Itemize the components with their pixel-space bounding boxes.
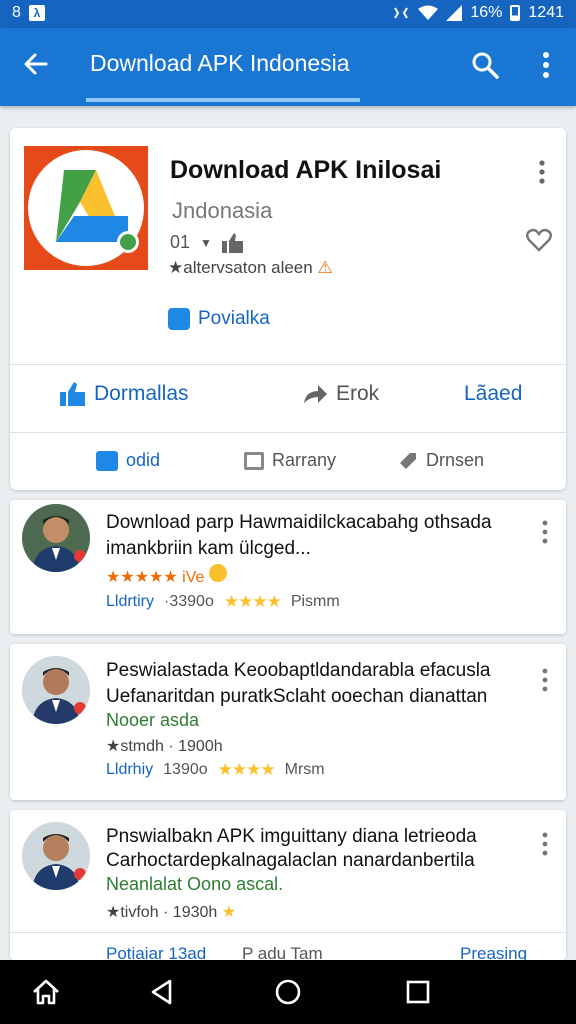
battery-icon bbox=[510, 5, 521, 21]
review-title: Pnswialbakn APK imguittany diana letrieo… bbox=[106, 826, 477, 847]
shopping-bag-icon bbox=[168, 308, 190, 330]
app-meta: 01 ▼ bbox=[170, 232, 244, 253]
review-rating: ★★★★★ iVe bbox=[106, 564, 227, 587]
star-icon: ★ bbox=[221, 904, 237, 921]
download-label: Dormallas bbox=[94, 382, 189, 405]
review-tag: Nooer asda bbox=[106, 710, 200, 730]
favorite-icon[interactable] bbox=[526, 228, 552, 252]
review-stats: Lldrhiy 1390o ★★★★ Mrsm bbox=[106, 760, 325, 780]
review-more-icon[interactable] bbox=[538, 518, 552, 546]
app-bar-title: Download APK Indonesia bbox=[90, 50, 350, 76]
publisher-badge[interactable]: Povialka bbox=[168, 308, 270, 330]
app-name: Download APK Inilosai bbox=[170, 156, 442, 184]
stats-suffix: Mrsm bbox=[284, 761, 325, 778]
title-underline bbox=[86, 98, 360, 102]
tab-row: odid Rarrany Drnsen bbox=[10, 432, 566, 490]
status-bar: 8 λ 16% 1241 bbox=[0, 0, 576, 28]
thumbs-up-icon bbox=[221, 232, 243, 253]
status-left: 8 λ bbox=[12, 4, 45, 22]
tab-drnsen[interactable]: Drnsen bbox=[398, 450, 484, 471]
system-nav-bar bbox=[0, 960, 576, 1024]
wifi-icon bbox=[418, 5, 439, 20]
review-card[interactable]: Download parp Hawmaidilckacabahg othsada… bbox=[10, 500, 566, 634]
home-circle-icon[interactable] bbox=[272, 976, 304, 1008]
app-card: Download APK Inilosai Jndonasia 01 ▼ ★al… bbox=[10, 128, 566, 490]
notification-count: 8 bbox=[12, 4, 21, 21]
accessibility-icon: λ bbox=[28, 5, 45, 21]
review-title: Carhoctardepkalnagalaclan nanardanbertil… bbox=[106, 850, 475, 871]
review-more-icon[interactable] bbox=[538, 830, 552, 858]
action-row: Dormallas Erok Lãaed bbox=[10, 364, 566, 430]
share-label: Erok bbox=[336, 382, 380, 405]
review-more-icon[interactable] bbox=[538, 666, 552, 694]
tag-icon bbox=[400, 452, 416, 469]
review-title: Peswialastada Keoobaptldandarabla efacus… bbox=[106, 660, 491, 681]
tab-rarrany[interactable]: Rarrany bbox=[244, 450, 336, 471]
tab-odid[interactable]: odid bbox=[96, 450, 160, 471]
thumbs-up-icon bbox=[60, 382, 85, 406]
download-button[interactable]: Dormallas bbox=[60, 382, 189, 406]
back-arrow-icon[interactable] bbox=[20, 48, 52, 80]
star-rating: ★★★★ bbox=[223, 592, 282, 611]
signal-icon bbox=[446, 5, 463, 21]
avatar-image bbox=[22, 656, 90, 724]
app-rating-text: ★altervsaton aleen ⚠ bbox=[168, 258, 333, 278]
share-arrow-icon bbox=[304, 385, 327, 403]
review-title: Uefanaritdan puratkSclaht ooechan dianat… bbox=[106, 686, 488, 707]
tab-label: Rarrany bbox=[272, 450, 337, 470]
battery-percent: 16% bbox=[470, 4, 503, 21]
home-icon[interactable] bbox=[30, 976, 62, 1008]
vibrate-icon bbox=[394, 7, 409, 19]
load-button[interactable]: Lãaed bbox=[464, 382, 522, 406]
review-card[interactable]: Pnswialbakn APK imguittany diana letrieo… bbox=[10, 810, 566, 963]
chevron-down-icon: ▼ bbox=[200, 235, 212, 250]
stats-label: Lldrtiry bbox=[106, 593, 155, 610]
rating-text: ★altervsaton aleen bbox=[168, 258, 313, 277]
rating-text: ★★★★★ iVe bbox=[106, 569, 205, 586]
avatar-image bbox=[22, 504, 90, 572]
image-icon bbox=[244, 451, 264, 470]
app-meta-value: 01 bbox=[170, 232, 191, 252]
warning-icon: ⚠ bbox=[317, 258, 333, 277]
star-rating: ★★★★ bbox=[217, 760, 276, 779]
review-title: imankbriin kam ülcged... bbox=[106, 538, 311, 559]
avatar bbox=[22, 504, 90, 572]
stats-value: ·3390o bbox=[164, 593, 214, 610]
stats-value: 1390o bbox=[163, 761, 208, 778]
recents-square-icon[interactable] bbox=[402, 976, 434, 1008]
stats-label: Lldrhiy bbox=[106, 761, 154, 778]
coin-icon bbox=[208, 564, 227, 582]
review-rating: ★stmdh · 1900h bbox=[106, 738, 223, 755]
app-more-icon[interactable] bbox=[534, 158, 550, 186]
avatar-image bbox=[22, 822, 90, 890]
rating-text: ★tivfoh · 1930h bbox=[106, 904, 218, 921]
avatar bbox=[22, 656, 90, 724]
divider bbox=[10, 932, 566, 933]
search-icon[interactable] bbox=[470, 50, 500, 80]
publisher-label: Povialka bbox=[198, 308, 270, 329]
back-triangle-icon[interactable] bbox=[146, 976, 178, 1008]
review-tag: Neanlalat Oono ascal. bbox=[106, 874, 284, 894]
review-stats: Lldrtiry ·3390o ★★★★ Pismm bbox=[106, 592, 340, 612]
app-logo[interactable] bbox=[24, 146, 148, 270]
app-bar: Download APK Indonesia bbox=[0, 28, 576, 106]
review-rating: ★tivfoh · 1930h ★ bbox=[106, 902, 236, 922]
avatar bbox=[22, 822, 90, 890]
clock: 1241 bbox=[528, 4, 564, 21]
stats-suffix: Pismm bbox=[290, 593, 340, 610]
share-button[interactable]: Erok bbox=[302, 382, 379, 406]
review-card[interactable]: Peswialastada Keoobaptldandarabla efacus… bbox=[10, 644, 566, 800]
app-subtitle: Jndonasia bbox=[172, 198, 273, 223]
status-right: 16% 1241 bbox=[392, 4, 564, 22]
tab-icon-blue bbox=[96, 450, 118, 471]
load-label: Lãaed bbox=[464, 382, 523, 405]
tab-label: odid bbox=[126, 450, 161, 470]
tab-label: Drnsen bbox=[426, 450, 485, 470]
review-title: Download parp Hawmaidilckacabahg othsada bbox=[106, 512, 492, 533]
app-logo-graphic bbox=[24, 146, 148, 270]
overflow-menu-icon[interactable] bbox=[536, 50, 556, 80]
